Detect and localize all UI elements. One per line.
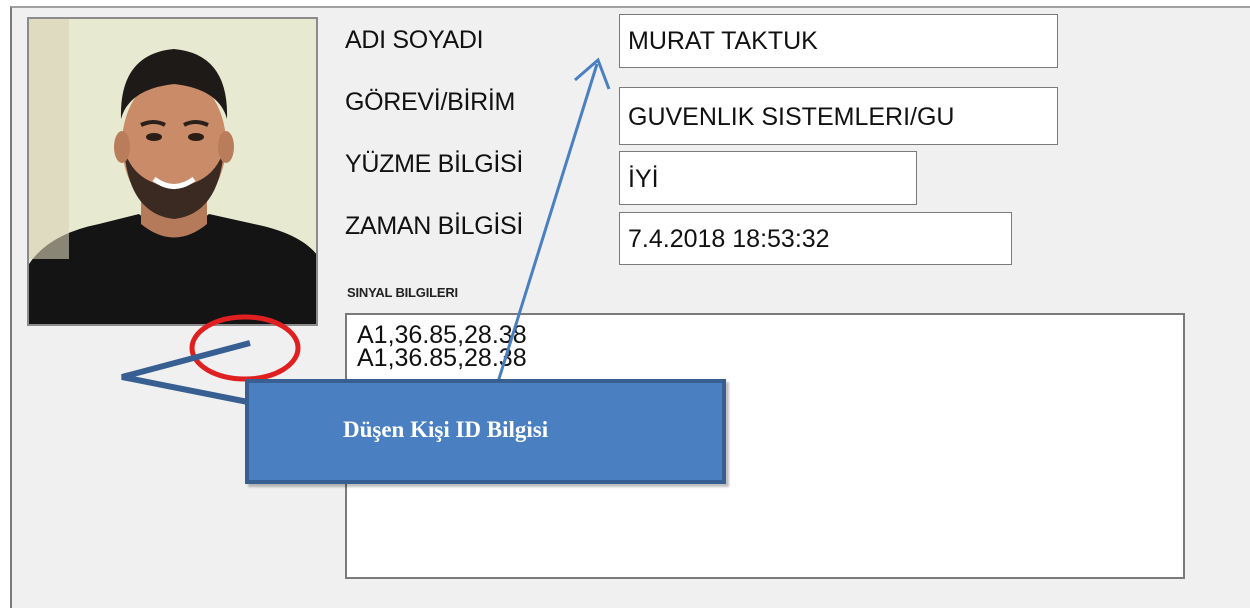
name-field[interactable]: MURAT TAKTUK	[619, 14, 1058, 68]
person-photo	[27, 17, 318, 326]
signal-line: A1,36.85,28.38	[357, 344, 527, 372]
callout-text: Düşen Kişi ID Bilgisi	[343, 417, 549, 442]
role-label: GÖREVİ/BİRİM	[345, 88, 516, 116]
time-label: ZAMAN BİLGİSİ	[345, 212, 524, 240]
person-photo-icon	[29, 19, 316, 324]
signal-list: A1,36.85,28.38 A1,36.85,28.38	[347, 315, 1183, 372]
callout-box: Düşen Kişi ID Bilgisi	[245, 379, 726, 484]
swim-field[interactable]: İYİ	[619, 151, 917, 205]
time-field[interactable]: 7.4.2018 18:53:32	[619, 212, 1012, 265]
signal-label: SINYAL BILGILERI	[347, 285, 458, 300]
name-label: ADI SOYADI	[345, 26, 484, 54]
swim-label: YÜZME BİLGİSİ	[345, 150, 524, 178]
role-field[interactable]: GUVENLIK SISTEMLERI/GU	[619, 87, 1058, 145]
